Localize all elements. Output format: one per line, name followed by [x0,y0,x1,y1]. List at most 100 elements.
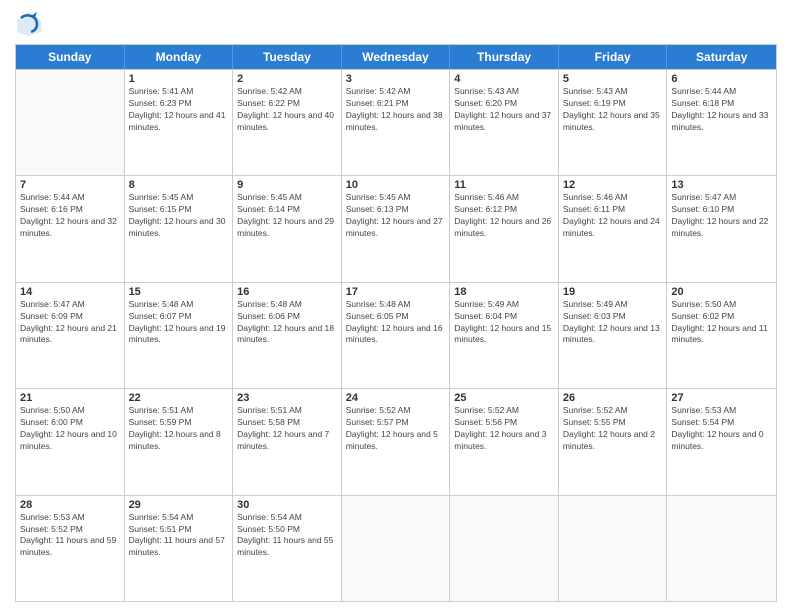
calendar-cell: 3 Sunrise: 5:42 AM Sunset: 6:21 PM Dayli… [342,70,451,175]
calendar-row: 7 Sunrise: 5:44 AM Sunset: 6:16 PM Dayli… [16,175,776,281]
day-info: Sunrise: 5:41 AM Sunset: 6:23 PM Dayligh… [129,86,229,134]
day-number: 5 [563,73,663,85]
header [15,10,777,38]
calendar-cell: 2 Sunrise: 5:42 AM Sunset: 6:22 PM Dayli… [233,70,342,175]
calendar-cell: 20 Sunrise: 5:50 AM Sunset: 6:02 PM Dayl… [667,283,776,388]
day-info: Sunrise: 5:43 AM Sunset: 6:20 PM Dayligh… [454,86,554,134]
calendar-cell: 13 Sunrise: 5:47 AM Sunset: 6:10 PM Dayl… [667,176,776,281]
day-number: 18 [454,286,554,298]
day-info: Sunrise: 5:53 AM Sunset: 5:54 PM Dayligh… [671,405,772,453]
calendar-cell: 18 Sunrise: 5:49 AM Sunset: 6:04 PM Dayl… [450,283,559,388]
day-number: 26 [563,392,663,404]
calendar-row: 28 Sunrise: 5:53 AM Sunset: 5:52 PM Dayl… [16,495,776,601]
day-info: Sunrise: 5:46 AM Sunset: 6:12 PM Dayligh… [454,192,554,240]
calendar-cell: 8 Sunrise: 5:45 AM Sunset: 6:15 PM Dayli… [125,176,234,281]
calendar-cell: 14 Sunrise: 5:47 AM Sunset: 6:09 PM Dayl… [16,283,125,388]
day-info: Sunrise: 5:54 AM Sunset: 5:51 PM Dayligh… [129,512,229,560]
day-number: 1 [129,73,229,85]
calendar-cell: 24 Sunrise: 5:52 AM Sunset: 5:57 PM Dayl… [342,389,451,494]
day-info: Sunrise: 5:43 AM Sunset: 6:19 PM Dayligh… [563,86,663,134]
calendar-cell: 23 Sunrise: 5:51 AM Sunset: 5:58 PM Dayl… [233,389,342,494]
day-info: Sunrise: 5:47 AM Sunset: 6:09 PM Dayligh… [20,299,120,347]
calendar-cell: 1 Sunrise: 5:41 AM Sunset: 6:23 PM Dayli… [125,70,234,175]
day-info: Sunrise: 5:44 AM Sunset: 6:16 PM Dayligh… [20,192,120,240]
calendar-cell: 27 Sunrise: 5:53 AM Sunset: 5:54 PM Dayl… [667,389,776,494]
day-info: Sunrise: 5:45 AM Sunset: 6:13 PM Dayligh… [346,192,446,240]
calendar-cell [667,496,776,601]
calendar-cell [559,496,668,601]
day-number: 8 [129,179,229,191]
day-number: 25 [454,392,554,404]
day-number: 17 [346,286,446,298]
weekday-header: Tuesday [233,45,342,69]
calendar-cell: 15 Sunrise: 5:48 AM Sunset: 6:07 PM Dayl… [125,283,234,388]
calendar-cell: 16 Sunrise: 5:48 AM Sunset: 6:06 PM Dayl… [233,283,342,388]
day-info: Sunrise: 5:50 AM Sunset: 6:02 PM Dayligh… [671,299,772,347]
weekday-header: Saturday [667,45,776,69]
calendar-body: 1 Sunrise: 5:41 AM Sunset: 6:23 PM Dayli… [16,69,776,601]
day-info: Sunrise: 5:47 AM Sunset: 6:10 PM Dayligh… [671,192,772,240]
day-number: 29 [129,499,229,511]
calendar-cell: 9 Sunrise: 5:45 AM Sunset: 6:14 PM Dayli… [233,176,342,281]
day-number: 14 [20,286,120,298]
day-info: Sunrise: 5:48 AM Sunset: 6:05 PM Dayligh… [346,299,446,347]
day-info: Sunrise: 5:52 AM Sunset: 5:56 PM Dayligh… [454,405,554,453]
calendar-cell: 19 Sunrise: 5:49 AM Sunset: 6:03 PM Dayl… [559,283,668,388]
calendar-row: 1 Sunrise: 5:41 AM Sunset: 6:23 PM Dayli… [16,69,776,175]
day-number: 2 [237,73,337,85]
day-number: 19 [563,286,663,298]
page: SundayMondayTuesdayWednesdayThursdayFrid… [0,0,792,612]
day-info: Sunrise: 5:51 AM Sunset: 5:58 PM Dayligh… [237,405,337,453]
day-info: Sunrise: 5:53 AM Sunset: 5:52 PM Dayligh… [20,512,120,560]
calendar-cell: 6 Sunrise: 5:44 AM Sunset: 6:18 PM Dayli… [667,70,776,175]
calendar: SundayMondayTuesdayWednesdayThursdayFrid… [15,44,777,602]
calendar-cell [16,70,125,175]
weekday-header: Monday [125,45,234,69]
weekday-header: Sunday [16,45,125,69]
calendar-cell: 11 Sunrise: 5:46 AM Sunset: 6:12 PM Dayl… [450,176,559,281]
weekday-header: Wednesday [342,45,451,69]
day-info: Sunrise: 5:49 AM Sunset: 6:03 PM Dayligh… [563,299,663,347]
day-info: Sunrise: 5:42 AM Sunset: 6:21 PM Dayligh… [346,86,446,134]
day-number: 7 [20,179,120,191]
calendar-header: SundayMondayTuesdayWednesdayThursdayFrid… [16,45,776,69]
day-info: Sunrise: 5:42 AM Sunset: 6:22 PM Dayligh… [237,86,337,134]
day-number: 23 [237,392,337,404]
calendar-cell: 7 Sunrise: 5:44 AM Sunset: 6:16 PM Dayli… [16,176,125,281]
day-info: Sunrise: 5:45 AM Sunset: 6:15 PM Dayligh… [129,192,229,240]
day-info: Sunrise: 5:48 AM Sunset: 6:07 PM Dayligh… [129,299,229,347]
day-info: Sunrise: 5:49 AM Sunset: 6:04 PM Dayligh… [454,299,554,347]
calendar-cell: 4 Sunrise: 5:43 AM Sunset: 6:20 PM Dayli… [450,70,559,175]
day-info: Sunrise: 5:51 AM Sunset: 5:59 PM Dayligh… [129,405,229,453]
day-number: 15 [129,286,229,298]
day-number: 9 [237,179,337,191]
logo-icon [15,10,43,38]
day-number: 24 [346,392,446,404]
day-info: Sunrise: 5:48 AM Sunset: 6:06 PM Dayligh… [237,299,337,347]
calendar-row: 21 Sunrise: 5:50 AM Sunset: 6:00 PM Dayl… [16,388,776,494]
calendar-row: 14 Sunrise: 5:47 AM Sunset: 6:09 PM Dayl… [16,282,776,388]
day-number: 27 [671,392,772,404]
day-number: 6 [671,73,772,85]
day-number: 4 [454,73,554,85]
calendar-cell: 30 Sunrise: 5:54 AM Sunset: 5:50 PM Dayl… [233,496,342,601]
day-number: 3 [346,73,446,85]
day-number: 28 [20,499,120,511]
day-number: 16 [237,286,337,298]
day-info: Sunrise: 5:45 AM Sunset: 6:14 PM Dayligh… [237,192,337,240]
day-info: Sunrise: 5:46 AM Sunset: 6:11 PM Dayligh… [563,192,663,240]
calendar-cell: 17 Sunrise: 5:48 AM Sunset: 6:05 PM Dayl… [342,283,451,388]
day-number: 20 [671,286,772,298]
day-number: 13 [671,179,772,191]
calendar-cell: 28 Sunrise: 5:53 AM Sunset: 5:52 PM Dayl… [16,496,125,601]
day-number: 21 [20,392,120,404]
calendar-cell: 29 Sunrise: 5:54 AM Sunset: 5:51 PM Dayl… [125,496,234,601]
day-number: 12 [563,179,663,191]
day-number: 30 [237,499,337,511]
day-info: Sunrise: 5:44 AM Sunset: 6:18 PM Dayligh… [671,86,772,134]
calendar-cell: 12 Sunrise: 5:46 AM Sunset: 6:11 PM Dayl… [559,176,668,281]
weekday-header: Friday [559,45,668,69]
weekday-header: Thursday [450,45,559,69]
day-number: 10 [346,179,446,191]
calendar-cell: 5 Sunrise: 5:43 AM Sunset: 6:19 PM Dayli… [559,70,668,175]
